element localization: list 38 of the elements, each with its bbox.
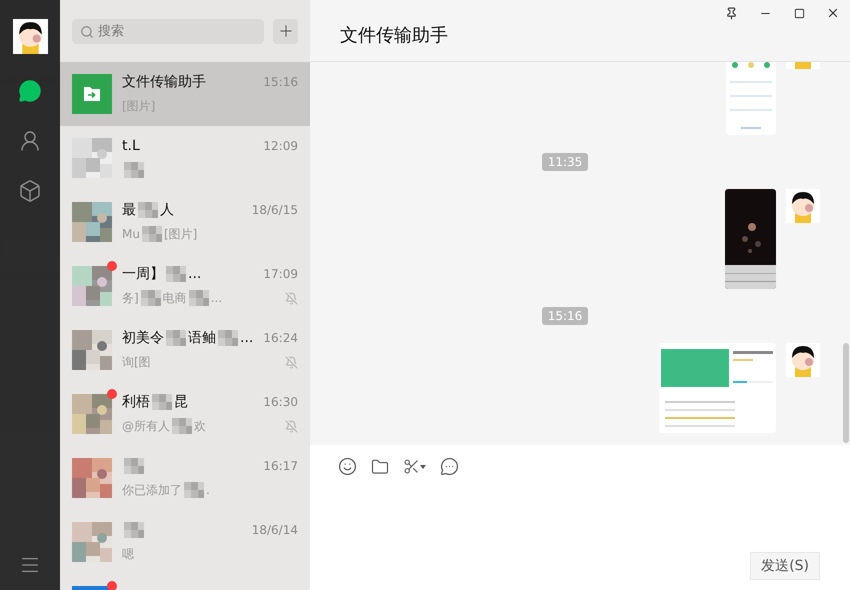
chat-time: 16:30 <box>263 395 298 409</box>
chat-time: 12:09 <box>263 139 298 153</box>
chat-list-item[interactable]: 初美令 语鲉 ... 16:24 询[图 <box>60 318 310 382</box>
message-preview: 嗯 <box>122 546 134 562</box>
message-preview: 电商 <box>162 290 187 306</box>
chat-list-item[interactable]: t.L 12:09 <box>60 126 310 190</box>
chat-title: 文件传输助手 <box>340 24 448 47</box>
chat-name: t.L <box>122 138 140 154</box>
chat-name: 文件传输助手 <box>122 73 206 91</box>
message-preview: 询[图 <box>122 354 151 370</box>
chat-name: ... <box>188 266 202 282</box>
chat-time: 18/6/15 <box>252 203 298 217</box>
chat-time: 15:16 <box>263 75 298 89</box>
search-field[interactable]: 搜索 <box>72 18 264 44</box>
chat-name: 利梧 <box>122 393 150 411</box>
message-preview: [图片] <box>164 226 198 242</box>
chat-name: 人 <box>160 201 174 219</box>
send-button[interactable]: 发送(S) <box>750 552 820 580</box>
chat-list-item[interactable]: 利梧 昆 16:30 @所有人 欢 <box>60 382 310 446</box>
chat-name: 语鲉 <box>188 329 216 347</box>
chat-time: 16:17 <box>263 459 298 473</box>
message-preview: Mu <box>122 227 140 241</box>
chat-time: 17:09 <box>263 267 298 281</box>
message-preview: ... <box>210 291 222 305</box>
message-preview: @所有人 <box>122 418 170 434</box>
chat-name: ... <box>240 330 254 346</box>
chat-name: 最 <box>122 201 136 219</box>
chat-name: 一周】 <box>122 265 164 283</box>
chat-time: 18/6/14 <box>252 523 298 537</box>
chat-list-item[interactable]: 最 人 18/6/15 Mu [图片] <box>60 190 310 254</box>
chat-time: 16:24 <box>263 331 298 345</box>
message-preview: 务] <box>122 290 139 306</box>
chat-name: 初美令 <box>122 329 164 347</box>
chat-name: 昆 <box>174 393 188 411</box>
chat-list-item[interactable]: 一周】 ... 17:09 务] 电商 ... <box>60 254 310 318</box>
message-preview: 欢 <box>194 418 206 434</box>
message-preview: . <box>206 483 210 497</box>
message-preview: 你已添加了 <box>122 482 182 498</box>
